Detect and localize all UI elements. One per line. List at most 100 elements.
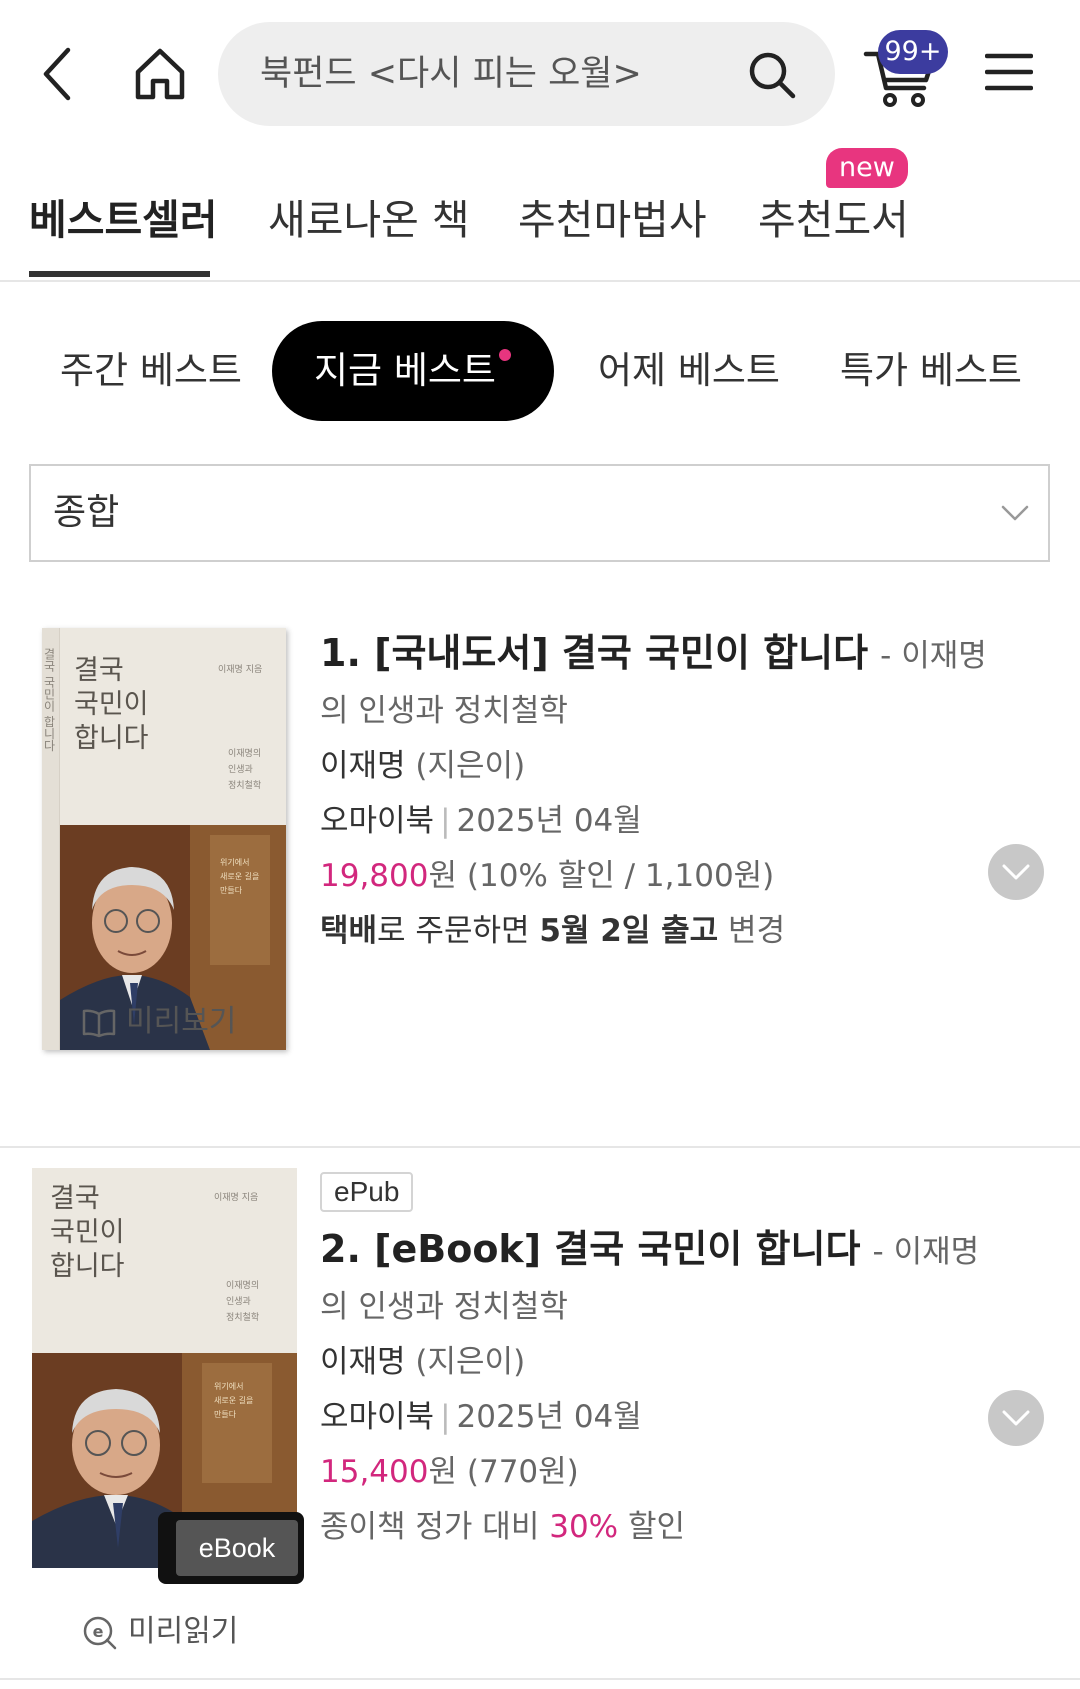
- search-icon[interactable]: [747, 50, 797, 100]
- search-bar[interactable]: 북펀드 <다시 피는 오월>: [218, 22, 835, 126]
- cover-title: 결국 국민이 합니다: [74, 655, 149, 754]
- back-button[interactable]: [38, 44, 78, 104]
- delivery-text: 로 주문하면: [377, 913, 530, 949]
- book-subtitle: - 이재명: [880, 638, 987, 674]
- publisher-line: 오마이북 | 2025년 04월: [320, 1390, 1000, 1445]
- author-link[interactable]: 이재명: [320, 748, 406, 784]
- open-book-icon: [82, 1009, 116, 1037]
- separator: |: [440, 1399, 451, 1435]
- tab-new-books[interactable]: 새로나온 책: [268, 186, 470, 246]
- svg-text:위기에서: 위기에서: [214, 1382, 243, 1391]
- segment-now-best-label: 지금 베스트: [314, 349, 496, 392]
- cover-author: 이재명 지음: [218, 665, 263, 675]
- home-button[interactable]: [130, 44, 190, 104]
- price-unit: 원: [428, 858, 458, 894]
- book-subtitle: - 이재명: [872, 1234, 980, 1270]
- cover-title: 결국 국민이 합니다: [50, 1183, 125, 1282]
- book-cover[interactable]: 결국 국민이 합니다 결국 국민이 합니다 이재명 지음 이재명의 인생과 정치…: [42, 628, 286, 1050]
- book-list-item: 결국 국민이 합니다 이재명 지음 이재명의 인생과 정치철학 위기에서 새로운…: [0, 1150, 1080, 1680]
- cover-subtitle: 이재명의 인생과 정치철학: [228, 749, 262, 792]
- author-link[interactable]: 이재명: [320, 1344, 406, 1380]
- chevron-down-icon: [1002, 1410, 1030, 1426]
- discount-info: (10% 할인 / 1,100원): [466, 858, 775, 894]
- segment-special-best[interactable]: 특가 베스트: [840, 321, 1022, 421]
- hamburger-menu-icon: [984, 53, 1034, 91]
- sale-price: 19,800: [320, 858, 429, 894]
- book-title-block[interactable]: 1. [국내도서] 결국 국민이 합니다 - 이재명: [320, 626, 1000, 684]
- publisher-link[interactable]: 오마이북: [320, 1399, 434, 1435]
- cart-count-badge: 99+: [878, 30, 948, 74]
- cover-subtitle: 이재명의 인생과 정치철학: [226, 1281, 260, 1324]
- author-line: 이재명 (지은이): [320, 1335, 1000, 1390]
- expand-button[interactable]: [988, 1390, 1044, 1446]
- spine-title: 결국 국민이 합니다: [42, 648, 56, 752]
- tab-recommended-books[interactable]: 추천도서: [758, 186, 909, 246]
- segment-weekly-best[interactable]: 주간 베스트: [60, 321, 242, 421]
- menu-button[interactable]: [984, 52, 1034, 92]
- chevron-left-icon: [43, 47, 71, 101]
- pub-date: 2025년 04월: [456, 1399, 642, 1435]
- book-info: 1. [국내도서] 결국 국민이 합니다 - 이재명 의 인생과 정치철학 이재…: [320, 626, 1000, 959]
- price-unit: 원: [428, 1454, 458, 1490]
- author-line: 이재명 (지은이): [320, 739, 1000, 794]
- book-subtitle-cont: 의 인생과 정치철학: [320, 693, 568, 729]
- svg-text:만들다: 만들다: [214, 1410, 237, 1419]
- tab-bestseller[interactable]: 베스트셀러: [29, 186, 218, 246]
- publisher-link[interactable]: 오마이북: [320, 803, 434, 839]
- ebook-read-icon: e: [83, 1616, 117, 1649]
- price-line: 19,800원 (10% 할인 / 1,100원): [320, 849, 1000, 904]
- author-role: (지은이): [415, 748, 526, 784]
- compare-text: 종이책 정가 대비: [320, 1509, 540, 1545]
- discount-compare-line: 종이책 정가 대비 30% 할인: [320, 1500, 1000, 1555]
- chevron-down-icon: [1002, 864, 1030, 880]
- delivery-change-link[interactable]: 변경: [728, 913, 785, 949]
- book-cover[interactable]: 결국 국민이 합니다 이재명 지음 이재명의 인생과 정치철학 위기에서 새로운…: [32, 1168, 297, 1568]
- book-title-block[interactable]: 2. [eBook] 결국 국민이 합니다 - 이재명: [320, 1222, 1000, 1280]
- expand-button[interactable]: [988, 844, 1044, 900]
- preview-read-button[interactable]: e 미리읽기: [82, 1606, 238, 1651]
- separator: |: [440, 803, 451, 839]
- ebook-badge: eBook: [158, 1512, 304, 1584]
- price-line: 15,400원 (770원): [320, 1445, 1000, 1500]
- segment-now-best[interactable]: 지금 베스트: [272, 321, 554, 421]
- segment-yesterday-best[interactable]: 어제 베스트: [598, 321, 780, 421]
- pub-date: 2025년 04월: [456, 803, 642, 839]
- sale-price: 15,400: [320, 1454, 429, 1490]
- home-icon: [135, 48, 185, 100]
- book-subtitle-cont: 의 인생과 정치철학: [320, 1289, 568, 1325]
- svg-text:위기에서: 위기에서: [220, 858, 249, 867]
- category-tabs: 베스트셀러 새로나온 책 추천마법사 추천도서 new: [0, 148, 1080, 282]
- publisher-line: 오마이북 | 2025년 04월: [320, 794, 1000, 849]
- book-title[interactable]: 1. [국내도서] 결국 국민이 합니다: [320, 631, 868, 675]
- preview-read-label: 미리읽기: [128, 1614, 239, 1649]
- delivery-line: 택배로 주문하면 5월 2일 출고 변경: [320, 904, 1000, 959]
- delivery-date: 5월 2일 출고: [539, 913, 719, 949]
- delivery-method: 택배: [320, 913, 378, 949]
- new-dot-indicator: [498, 349, 511, 361]
- svg-text:새로운 길을: 새로운 길을: [220, 872, 259, 881]
- book-list-item: 결국 국민이 합니다 결국 국민이 합니다 이재명 지음 이재명의 인생과 정치…: [0, 600, 1080, 1148]
- discount-percent: 30%: [549, 1509, 619, 1545]
- svg-text:e: e: [93, 1622, 104, 1641]
- chevron-down-icon: [1001, 505, 1029, 521]
- cover-author: 이재명 지음: [214, 1193, 259, 1203]
- tab-recommend-wizard[interactable]: 추천마법사: [518, 186, 707, 246]
- search-input[interactable]: 북펀드 <다시 피는 오월>: [260, 22, 642, 126]
- preview-button[interactable]: 미리보기: [82, 996, 236, 1040]
- top-header: 북펀드 <다시 피는 오월> 99+: [0, 0, 1080, 150]
- category-select-value: 종합: [53, 492, 120, 533]
- preview-label: 미리보기: [126, 1004, 237, 1039]
- category-select[interactable]: 종합: [29, 464, 1050, 562]
- new-badge: new: [826, 148, 908, 188]
- cover-spine: 결국 국민이 합니다: [42, 628, 60, 1050]
- format-tag: ePub: [320, 1172, 414, 1212]
- ebook-badge-label: eBook: [176, 1520, 298, 1576]
- svg-text:만들다: 만들다: [220, 886, 243, 895]
- active-tab-indicator: [29, 271, 210, 277]
- book-title[interactable]: 2. [eBook] 결국 국민이 합니다: [320, 1227, 860, 1271]
- point-info: (770원): [466, 1454, 579, 1490]
- compare-suffix: 할인: [627, 1509, 686, 1545]
- book-info: ePub 2. [eBook] 결국 국민이 합니다 - 이재명 의 인생과 정…: [320, 1172, 1000, 1555]
- svg-text:새로운 길을: 새로운 길을: [214, 1396, 253, 1405]
- author-role: (지은이): [415, 1344, 526, 1380]
